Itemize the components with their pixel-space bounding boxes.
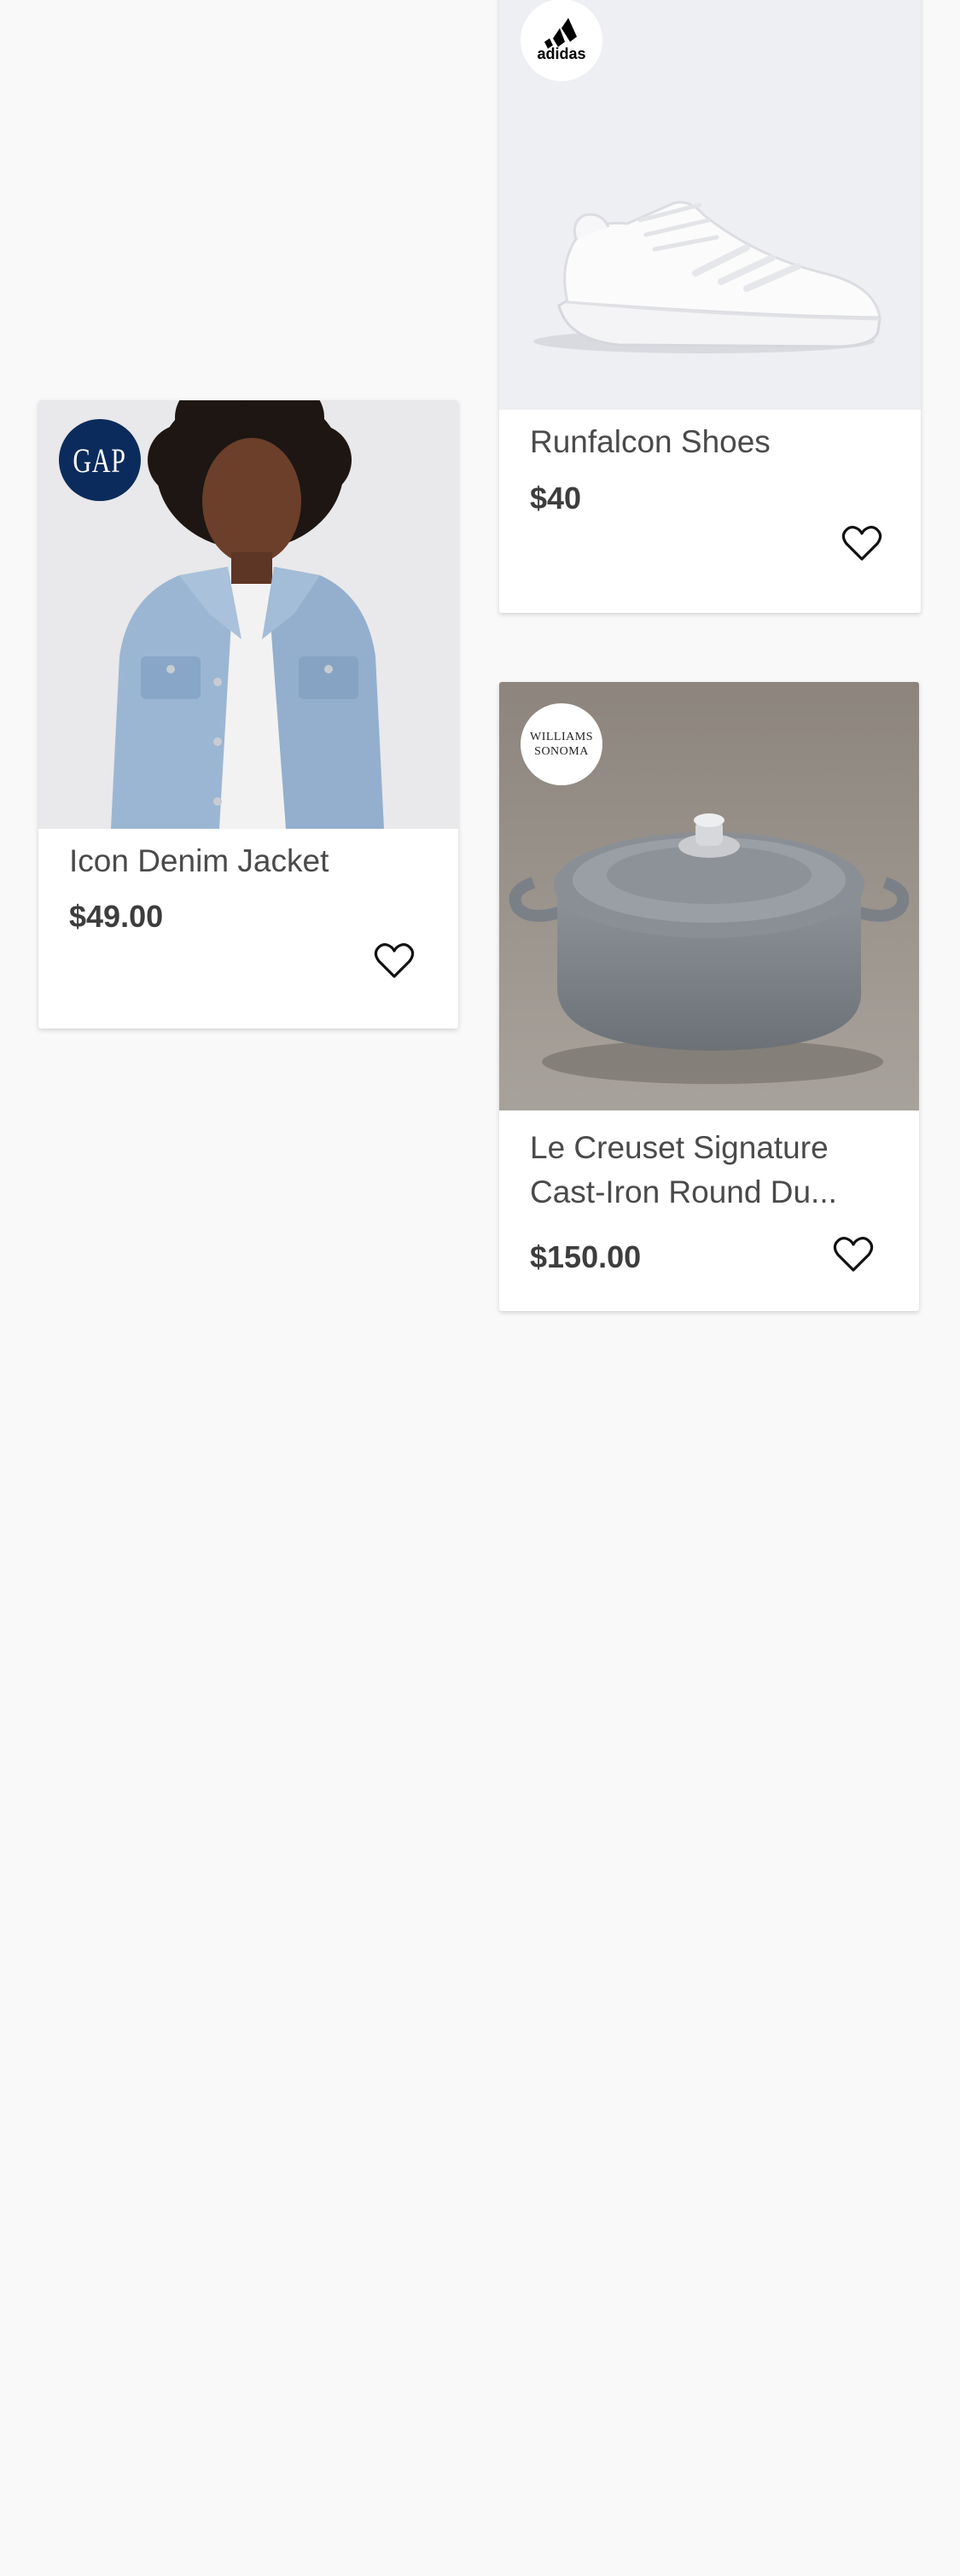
product-price: $40: [530, 481, 582, 516]
product-image-shoe[interactable]: adidas: [499, 0, 921, 410]
heart-outline-icon: [833, 1237, 874, 1272]
product-name[interactable]: Runfalcon Shoes: [530, 420, 771, 464]
adidas-logo-icon: adidas: [537, 18, 586, 62]
product-card-runfalcon[interactable]: adidas Runfalcon Shoes $40: [499, 0, 921, 613]
product-feed: adidas Runfalcon Shoes $40 GAP Icon Deni…: [0, 0, 960, 2576]
product-image-jacket[interactable]: GAP: [38, 400, 458, 829]
brand-logo-line: WILLIAMS: [530, 731, 593, 743]
product-name[interactable]: Le Creuset Signature Cast-Iron Round Du.…: [530, 1126, 837, 1215]
heart-outline-icon: [374, 943, 415, 978]
product-price: $150.00: [530, 1239, 642, 1274]
product-card-denim-jacket[interactable]: GAP Icon Denim Jacket $49.00: [38, 400, 458, 1029]
brand-logo-williams-sonoma: WILLIAMS SONOMA: [521, 703, 602, 785]
favorite-button[interactable]: [370, 937, 418, 985]
favorite-button[interactable]: [838, 520, 886, 568]
heart-outline-icon: [841, 526, 882, 561]
product-image-dutch-oven[interactable]: WILLIAMS SONOMA: [499, 682, 919, 1110]
product-name-line: Cast-Iron Round Du...: [530, 1174, 837, 1209]
brand-logo-line: SONOMA: [534, 745, 589, 758]
product-price: $49.00: [69, 899, 164, 934]
product-name[interactable]: Icon Denim Jacket: [69, 839, 329, 883]
gap-logo-text: GAP: [73, 440, 127, 480]
brand-logo-gap: GAP: [59, 419, 141, 501]
favorite-button[interactable]: [829, 1231, 877, 1279]
product-card-le-creuset[interactable]: WILLIAMS SONOMA Le Creuset Signature Cas…: [499, 682, 919, 1311]
svg-text:adidas: adidas: [537, 45, 585, 62]
product-name-line: Le Creuset Signature: [530, 1130, 829, 1165]
brand-logo-adidas: adidas: [521, 0, 602, 81]
